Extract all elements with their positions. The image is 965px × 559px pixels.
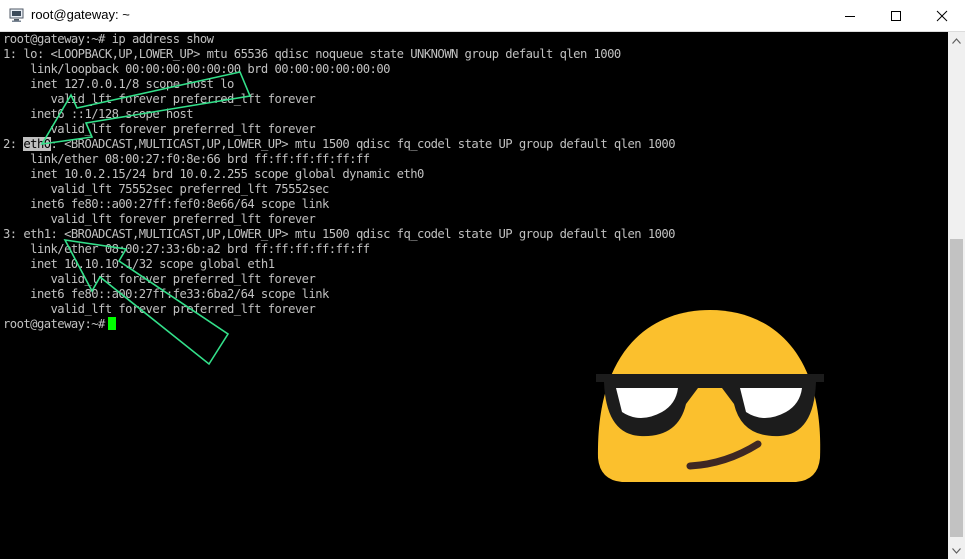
scrollbar-thumb[interactable] [950, 239, 963, 537]
terminal-line: valid_lft forever preferred_lft forever [3, 272, 316, 286]
terminal-line: link/ether 08:00:27:f0:8e:66 brd ff:ff:f… [3, 152, 370, 166]
maximize-icon [891, 10, 901, 21]
terminal-line: valid_lft 75552sec preferred_lft 75552se… [3, 182, 330, 196]
terminal-line: 1: lo: <LOOPBACK,UP,LOWER_UP> mtu 65536 … [3, 47, 621, 61]
terminal-line: inet 127.0.0.1/8 scope host lo [3, 77, 234, 91]
minimize-icon [845, 15, 855, 17]
scroll-down-button[interactable] [948, 542, 965, 559]
terminal-line: valid_lft forever preferred_lft forever [3, 212, 316, 226]
terminal-line: valid_lft forever preferred_lft forever [3, 302, 316, 316]
terminal-line: root@gateway:~# ip address show [3, 32, 214, 46]
terminal-line: inet 10.0.2.15/24 brd 10.0.2.255 scope g… [3, 167, 424, 181]
scroll-down-arrow-icon [952, 547, 961, 554]
terminal-line: valid_lft forever preferred_lft forever [3, 122, 316, 136]
eth0-rest: : <BROADCAST,MULTICAST,UP,LOWER_UP> mtu … [50, 137, 676, 151]
terminal-prompt-line[interactable]: root@gateway:~# [3, 317, 116, 332]
terminal-line: valid_lft forever preferred_lft forever [3, 92, 316, 106]
sunglasses-emoji-icon [596, 310, 824, 482]
window-titlebar[interactable]: root@gateway: ~ [0, 0, 965, 32]
terminal-line: link/loopback 00:00:00:00:00:00 brd 00:0… [3, 62, 390, 76]
prompt: root@gateway:~# [3, 317, 105, 331]
minimize-button[interactable] [827, 0, 873, 31]
close-icon [936, 10, 948, 21]
window-title: root@gateway: ~ [31, 7, 130, 22]
eth0-highlight: eth0 [23, 137, 51, 151]
close-button[interactable] [919, 0, 965, 31]
maximize-button[interactable] [873, 0, 919, 31]
scroll-up-button[interactable] [948, 32, 965, 49]
terminal-line: 3: eth1: <BROADCAST,MULTICAST,UP,LOWER_U… [3, 227, 676, 241]
vertical-scrollbar[interactable] [948, 32, 965, 559]
scroll-up-arrow-icon [952, 37, 961, 44]
terminal-line: inet6 fe80::a00:27ff:fe33:6ba2/64 scope … [3, 287, 329, 301]
terminal-line-eth0: 2: eth0: <BROADCAST,MULTICAST,UP,LOWER_U… [3, 137, 676, 152]
terminal-line: link/ether 08:00:27:33:6b:a2 brd ff:ff:f… [3, 242, 370, 256]
terminal-line: inet6 ::1/128 scope host [3, 107, 194, 121]
eth0-prefix: 2: [3, 137, 24, 151]
terminal-line: inet 10.10.10.1/32 scope global eth1 [3, 257, 275, 271]
terminal-line: inet6 fe80::a00:27ff:fef0:8e66/64 scope … [3, 197, 329, 211]
text-cursor [107, 317, 116, 330]
terminal-computer-icon [9, 8, 24, 22]
